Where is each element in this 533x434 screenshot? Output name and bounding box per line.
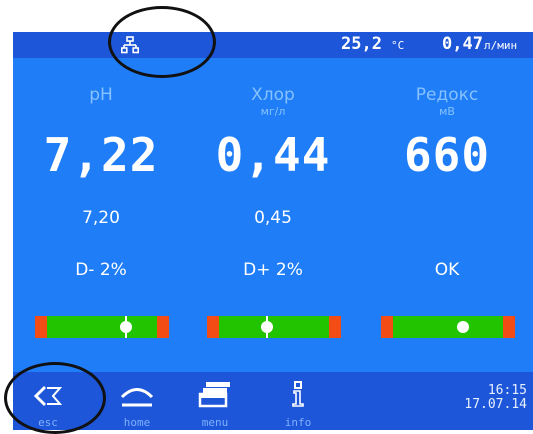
range-marker — [120, 321, 133, 333]
channel-status: D- 2% — [75, 260, 127, 280]
controller-screen: 25,2 °C 0,47 л/мин pH 7,22 7,20 D- 2% Хл… — [13, 32, 533, 430]
clock-date: 17.07.14 — [464, 397, 527, 412]
channel-name: pH — [89, 85, 113, 105]
channel-value: 660 — [403, 128, 491, 182]
channel-status: OK — [434, 260, 460, 280]
channel-range-bar — [381, 316, 515, 338]
menu-icon — [198, 382, 230, 408]
range-marker — [456, 321, 469, 333]
channel-setpoint: 7,20 — [82, 208, 120, 228]
range-marker — [261, 321, 274, 333]
menu-button[interactable]: menu — [180, 372, 250, 430]
channel-unit: мВ — [439, 105, 455, 118]
channel-ph[interactable]: pH 7,22 7,20 D- 2% — [21, 58, 181, 368]
info-button[interactable]: info — [263, 372, 333, 430]
channel-value: 7,22 — [43, 128, 159, 182]
clock: 16:15 17.07.14 — [464, 384, 527, 412]
channel-redox[interactable]: Редокс мВ 660 OK — [367, 58, 527, 368]
high-limit-zone — [329, 316, 341, 338]
channel-range-bar — [207, 316, 341, 338]
annotation-circle-esc — [4, 362, 106, 434]
home-icon — [120, 388, 154, 407]
home-button[interactable]: home — [102, 372, 172, 430]
low-limit-zone — [381, 316, 393, 338]
clock-time: 16:15 — [487, 383, 527, 398]
channel-range-bar — [35, 316, 169, 338]
high-limit-zone — [503, 316, 515, 338]
channel-value: 0,44 — [215, 128, 331, 182]
flow-unit: л/мин — [484, 39, 518, 52]
temperature-value: 25,2 — [341, 34, 382, 54]
channel-unit: мг/л — [260, 105, 286, 118]
channel-chlorine[interactable]: Хлор мг/л 0,44 0,45 D+ 2% — [193, 58, 353, 368]
channel-name: Редокс — [415, 85, 479, 105]
channel-setpoint: 0,45 — [254, 208, 292, 228]
channel-status: D+ 2% — [243, 260, 303, 280]
menu-label: menu — [201, 416, 229, 429]
low-limit-zone — [207, 316, 219, 338]
info-label: info — [284, 416, 312, 429]
low-limit-zone — [35, 316, 47, 338]
status-bar: 25,2 °C 0,47 л/мин — [13, 32, 533, 58]
channel-name: Хлор — [251, 85, 295, 105]
info-icon — [292, 381, 304, 407]
temperature-unit: °C — [391, 39, 405, 52]
high-limit-zone — [157, 316, 169, 338]
home-label: home — [123, 416, 151, 429]
flow-value: 0,47 — [442, 34, 483, 54]
annotation-circle-network — [108, 6, 216, 78]
